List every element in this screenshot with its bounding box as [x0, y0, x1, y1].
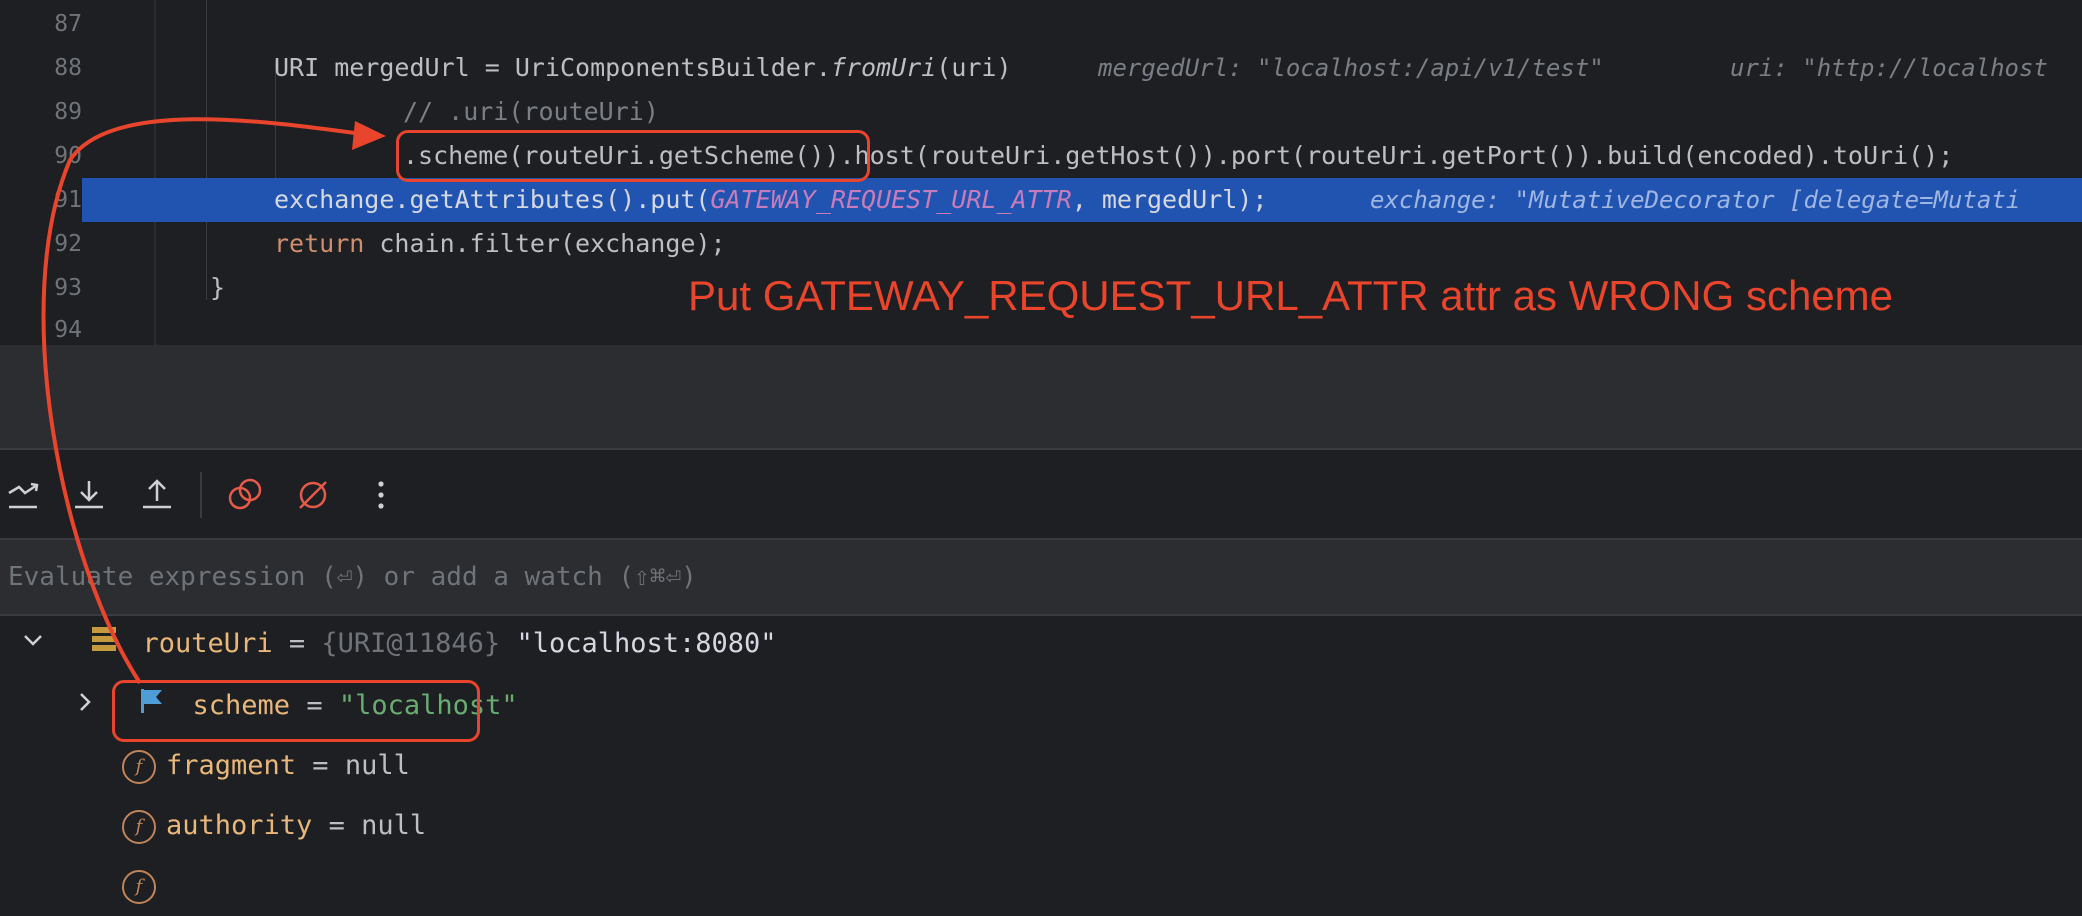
field-icon: f [122, 749, 156, 784]
more-options-button[interactable] [358, 472, 404, 518]
code-text: } [210, 273, 226, 302]
variable-name: fragment [166, 750, 297, 781]
panel-divider [0, 345, 2082, 448]
line-number: 93 [54, 275, 82, 301]
step-over-button[interactable] [0, 472, 46, 518]
debugger-toolbar [0, 448, 2082, 540]
variables-tree: routeUri = {URI@11846} "localhost:8080" … [0, 614, 2082, 904]
step-out-icon [143, 479, 171, 509]
line-number: 89 [54, 99, 82, 125]
code-line-90: 90 .scheme(routeUri.getScheme()).host(ro… [0, 134, 2082, 178]
step-out-button[interactable] [134, 472, 180, 518]
variable-type: {URI@11846} [321, 628, 501, 659]
tree-row-fragment[interactable]: f fragment = null [122, 736, 410, 796]
code-line-88: 88 URI mergedUrl = UriComponentsBuilder.… [0, 46, 2082, 90]
more-options-icon [378, 481, 384, 509]
tree-row-authority[interactable]: f authority = null [122, 796, 426, 856]
step-into-icon [75, 481, 103, 509]
step-into-button[interactable] [66, 472, 112, 518]
code-text: URI mergedUrl = UriComponentsBuilder.fro… [274, 53, 1012, 82]
line-number: 90 [54, 143, 82, 169]
inline-debug-hint: uri: "http://localhost [1730, 54, 2048, 82]
view-breakpoints-button[interactable] [222, 472, 268, 518]
code-line-91-current: 91 exchange.getAttributes().put(GATEWAY_… [0, 178, 2082, 222]
view-breakpoints-icon [228, 478, 262, 510]
inline-debug-hint: exchange: "MutativeDecorator [delegate=M… [1370, 186, 2021, 214]
variable-value: null [361, 810, 427, 841]
field-icon: f [122, 869, 156, 904]
evaluate-expression-bar [0, 538, 2082, 616]
code-text: return chain.filter(exchange); [274, 229, 726, 258]
equals-sign: = [272, 628, 322, 659]
code-text: exchange.getAttributes().put(GATEWAY_REQ… [274, 185, 1268, 214]
variable-name: routeUri [142, 628, 273, 659]
code-line-89: 89 // .uri(routeUri) [0, 90, 2082, 134]
evaluate-expression-input[interactable] [0, 540, 2082, 614]
variable-value: "localhost:8080" [516, 628, 777, 659]
line-number: 88 [54, 55, 82, 81]
line-number: 94 [54, 317, 82, 343]
tree-row-partial: f [122, 856, 166, 916]
line-number: 87 [54, 11, 82, 37]
variable-value: null [344, 750, 410, 781]
code-line-87: 87 [0, 2, 2082, 46]
code-editor[interactable]: 87 88 URI mergedUrl = UriComponentsBuild… [0, 0, 2082, 345]
line-number: 92 [54, 231, 82, 257]
object-icon [90, 615, 126, 675]
field-icon: f [122, 809, 156, 844]
variable-name: authority [166, 810, 313, 841]
mute-breakpoints-button[interactable] [290, 472, 336, 518]
code-line-92: 92 return chain.filter(exchange); [0, 222, 2082, 266]
equals-sign: = [296, 750, 345, 781]
toolbar-separator [200, 472, 202, 518]
code-comment: // .uri(routeUri) [403, 97, 659, 126]
annotation-text: Put GATEWAY_REQUEST_URL_ATTR attr as WRO… [688, 272, 1894, 319]
inline-debug-hint: mergedUrl: "localhost:/api/v1/test" [1098, 54, 1604, 82]
tree-row-routeUri[interactable]: routeUri = {URI@11846} "localhost:8080" [20, 614, 777, 674]
step-over-icon [8, 482, 39, 509]
highlight-box-scheme-value [112, 680, 480, 742]
equals-sign: = [312, 810, 362, 841]
chevron-down-icon[interactable] [20, 615, 54, 675]
line-number: 91 [0, 178, 82, 222]
mute-breakpoints-icon [299, 481, 327, 509]
highlight-box-scheme-call [396, 130, 870, 182]
